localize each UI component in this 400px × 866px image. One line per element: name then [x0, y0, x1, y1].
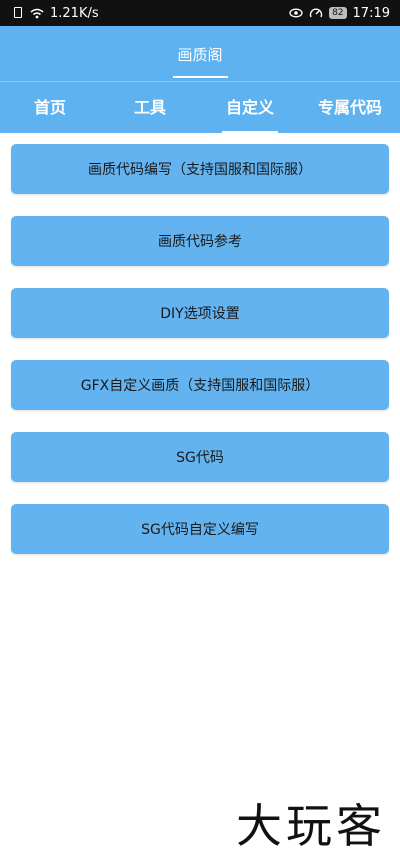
title-underline: [173, 76, 228, 78]
wifi-icon: [30, 8, 44, 19]
status-right: 82 17:19: [289, 6, 390, 21]
watermark-logo: 大玩客: [236, 799, 386, 853]
sg-code-button[interactable]: SG代码: [11, 432, 389, 482]
app-header: 画质阁 首页 工具 自定义 专属代码: [0, 26, 400, 133]
gfx-custom-quality-button[interactable]: GFX自定义画质（支持国服和国际服）: [11, 360, 389, 410]
speedometer-icon: [309, 7, 323, 19]
tab-exclusive-code[interactable]: 专属代码: [300, 82, 400, 134]
tab-home[interactable]: 首页: [0, 82, 100, 134]
tab-custom[interactable]: 自定义: [200, 82, 300, 134]
sim-card-icon: [14, 7, 22, 18]
quality-code-reference-button[interactable]: 画质代码参考: [11, 216, 389, 266]
network-speed: 1.21K/s: [50, 5, 99, 21]
eye-icon: [289, 8, 303, 18]
quality-code-editor-button[interactable]: 画质代码编写（支持国服和国际服）: [11, 144, 389, 194]
status-left: 1.21K/s: [30, 6, 99, 21]
tab-tools[interactable]: 工具: [100, 82, 200, 134]
menu-list: 画质代码编写（支持国服和国际服） 画质代码参考 DIY选项设置 GFX自定义画质…: [0, 133, 400, 554]
tab-bar: 首页 工具 自定义 专属代码: [0, 81, 400, 133]
diy-options-button[interactable]: DIY选项设置: [11, 288, 389, 338]
app-title: 画质阁: [177, 46, 223, 64]
battery-icon: 82: [329, 7, 347, 19]
status-bar: 1.21K/s 82 17:19: [0, 0, 400, 26]
sg-code-custom-editor-button[interactable]: SG代码自定义编写: [11, 504, 389, 554]
clock: 17:19: [352, 5, 390, 21]
